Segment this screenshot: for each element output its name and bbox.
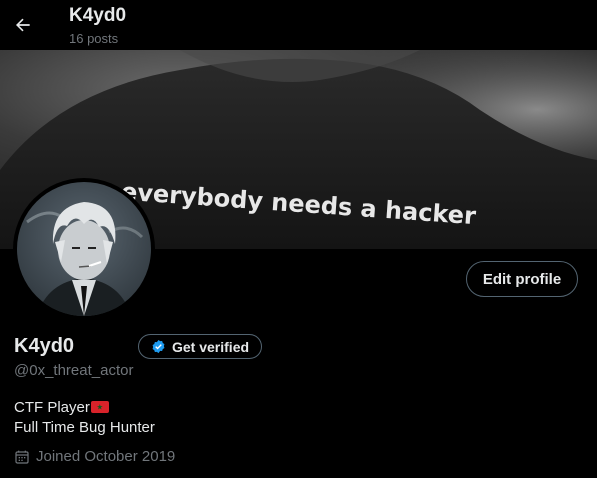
calendar-icon (15, 450, 29, 464)
get-verified-label: Get verified (172, 338, 250, 355)
back-button[interactable] (6, 8, 40, 42)
edit-profile-button[interactable]: Edit profile (466, 261, 578, 297)
posts-count: 16 posts (69, 31, 119, 46)
profile-bio: CTF Player Full Time Bug Hunter (14, 398, 155, 438)
avatar-image (17, 182, 151, 316)
top-bar: K4yd0 16 posts (0, 0, 597, 50)
bio-text-1: CTF Player (14, 399, 90, 416)
joined-text: Joined October 2019 (36, 448, 176, 465)
user-handle: @0x_threat_actor (14, 362, 134, 379)
bio-line-2: Full Time Bug Hunter (14, 419, 155, 436)
verified-badge-icon (152, 339, 165, 354)
join-date: Joined October 2019 (14, 448, 175, 465)
avatar[interactable] (13, 178, 155, 320)
get-verified-button[interactable]: Get verified (138, 334, 263, 359)
display-name: K4yd0 (14, 335, 75, 357)
morocco-flag-icon (90, 401, 109, 413)
header-title: K4yd0 (69, 5, 127, 26)
bio-line-1: CTF Player (14, 398, 155, 418)
arrow-left-icon (16, 18, 30, 32)
